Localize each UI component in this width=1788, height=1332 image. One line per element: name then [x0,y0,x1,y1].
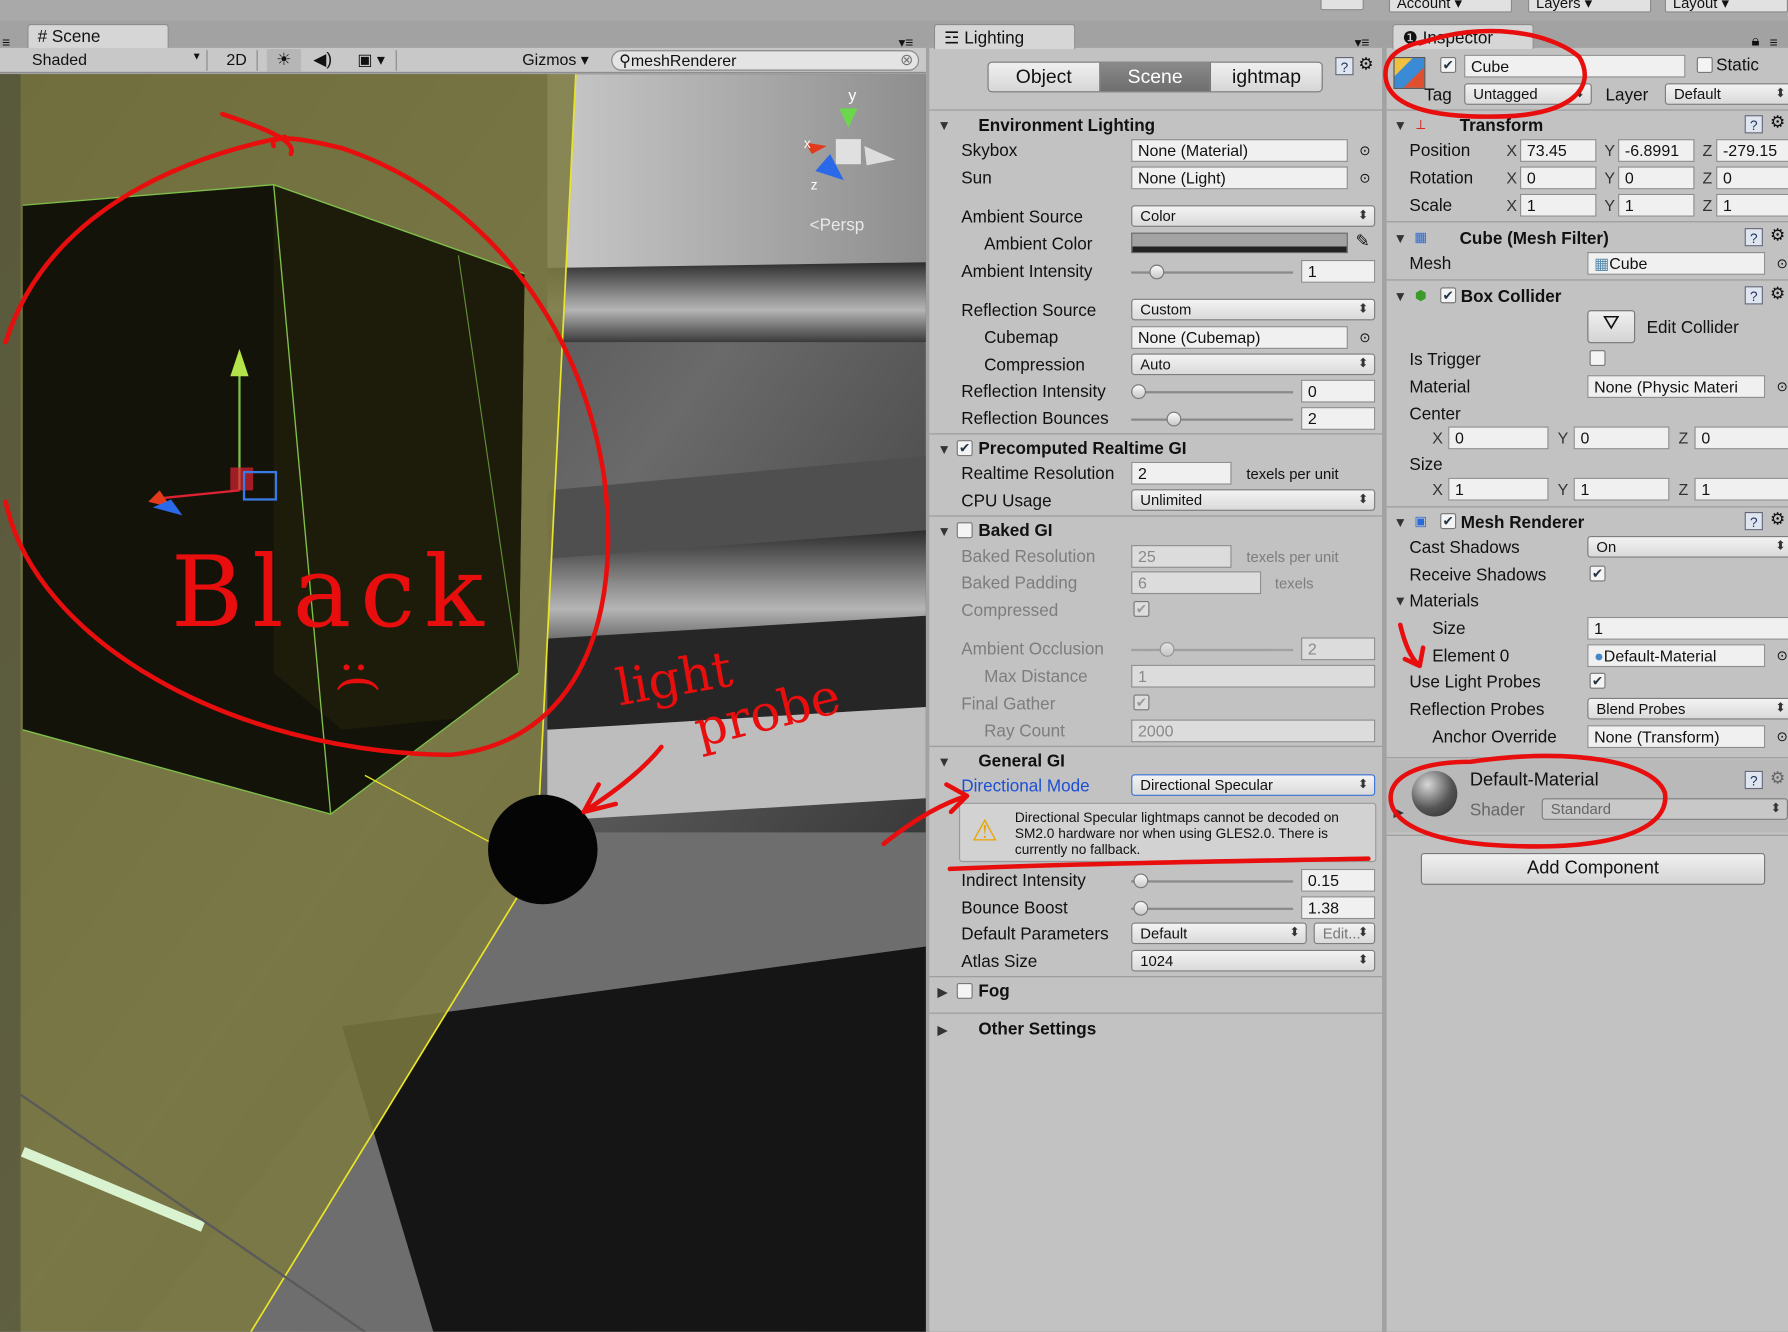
light-probe-arrow [581,744,664,815]
unity-editor: Account ▾ Layers ▾ Layout ▾ # Scene ≡ ▾≡… [0,0,1788,1332]
directional-mode-arrow [881,782,970,847]
red-ink-annotations [3,28,1668,872]
warning-underline [947,856,1371,872]
black-cube-circle [3,134,611,758]
inspector-header-circle [1383,28,1587,119]
element-arrow [1398,622,1426,669]
black-annotation: Black [171,535,493,650]
frown-annotation: :( [332,659,385,693]
material-circle [1388,753,1668,849]
